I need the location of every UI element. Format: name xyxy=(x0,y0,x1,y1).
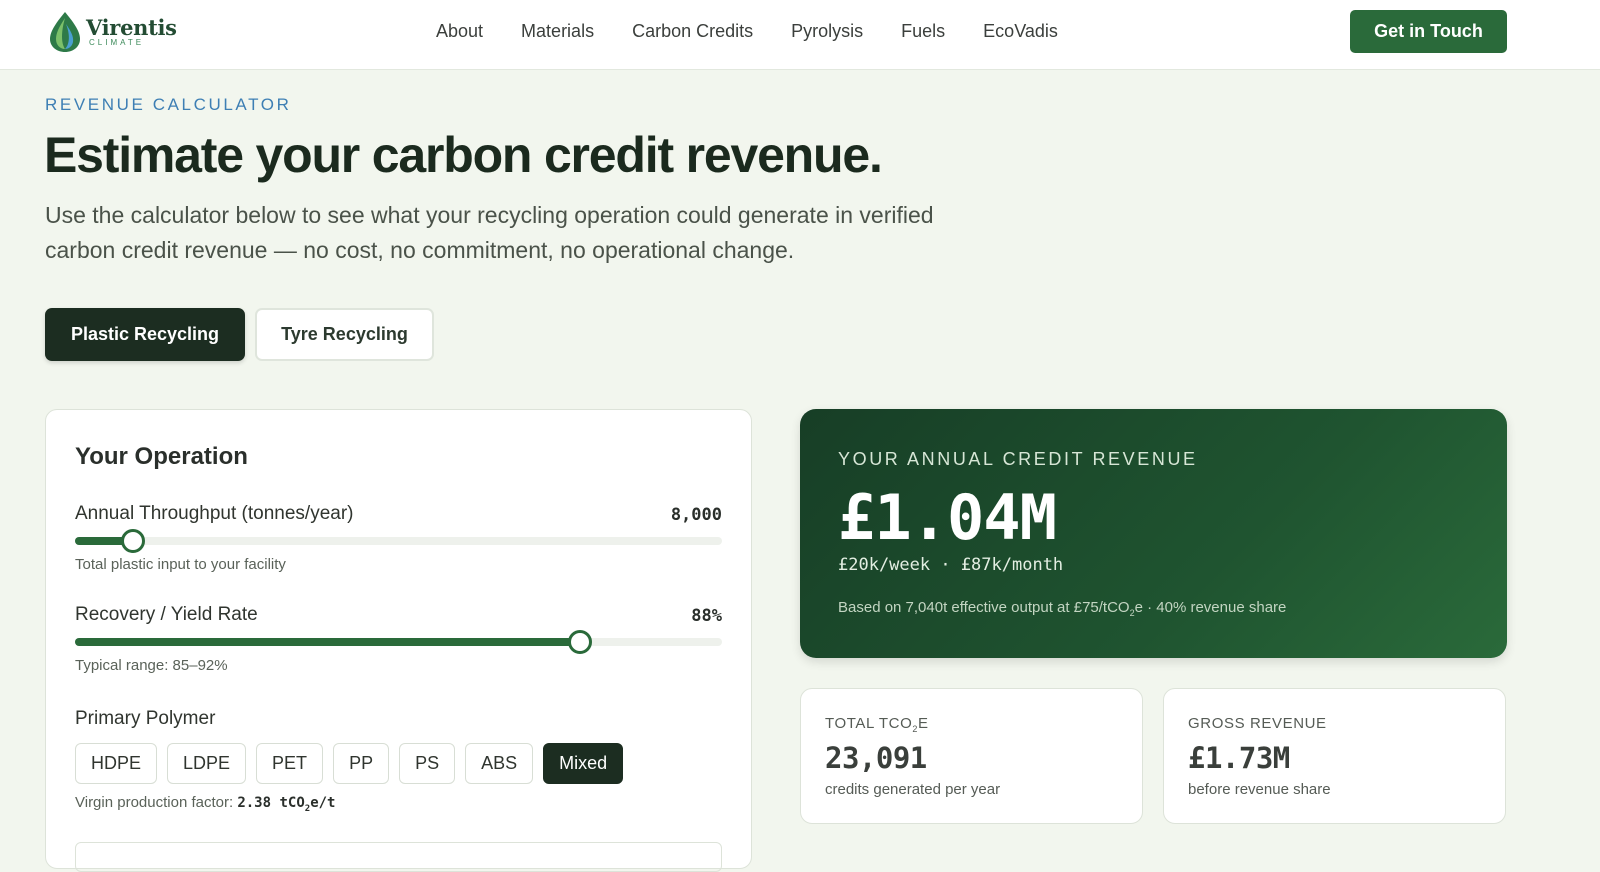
nav-link-about[interactable]: About xyxy=(436,21,483,42)
operation-card: Your Operation Annual Throughput (tonnes… xyxy=(45,409,752,872)
section-eyebrow: REVENUE CALCULATOR xyxy=(45,95,292,114)
stat-label-prefix: GROSS REVENUE xyxy=(1188,715,1327,732)
get-in-touch-button[interactable]: Get in Touch xyxy=(1350,10,1507,53)
revenue-eyebrow: YOUR ANNUAL CREDIT REVENUE xyxy=(838,449,1198,469)
stat-card-total-tco2e: TOTAL TCO2E 23,091 credits generated per… xyxy=(800,688,1143,824)
nav-link-pyrolysis[interactable]: Pyrolysis xyxy=(791,21,863,42)
tab-plastic-recycling[interactable]: Plastic Recycling xyxy=(45,308,245,361)
stat-card-gross-revenue: GROSS REVENUE £1.73M before revenue shar… xyxy=(1163,688,1506,824)
nav-links: About Materials Carbon Credits Pyrolysis… xyxy=(436,0,1096,62)
stat-value: £1.73M xyxy=(1188,741,1290,775)
stat-value: 23,091 xyxy=(825,741,927,775)
production-factor-label: Virgin production factor: xyxy=(75,794,234,811)
stat-label-prefix: TOTAL TCO xyxy=(825,715,913,732)
next-field-edge xyxy=(75,842,722,872)
leaf-drop-icon xyxy=(50,12,80,52)
tab-tyre-recycling[interactable]: Tyre Recycling xyxy=(255,308,434,361)
stat-label: TOTAL TCO2E xyxy=(825,715,929,734)
yield-hint: Typical range: 85–92% xyxy=(75,657,228,674)
page-intro: Use the calculator below to see what you… xyxy=(45,202,934,263)
polymer-chip-hdpe[interactable]: HDPE xyxy=(75,743,158,784)
factor-value-unit: e/t xyxy=(310,795,336,811)
production-factor-value: 2.38 tCO2e/t xyxy=(237,795,336,814)
yield-slider-handle[interactable] xyxy=(567,630,592,654)
throughput-hint: Total plastic input to your facility xyxy=(75,556,286,573)
stat-label: GROSS REVENUE xyxy=(1188,715,1327,732)
throughput-value: 8,000 xyxy=(670,505,722,525)
brand-name: Virentis xyxy=(86,15,177,40)
polymer-chip-ldpe[interactable]: LDPE xyxy=(167,743,247,784)
yield-slider[interactable] xyxy=(75,630,722,654)
brand-logo[interactable]: Virentis CLIMATE xyxy=(46,9,177,55)
revenue-basis: Based on 7,040t effective output at £75/… xyxy=(838,599,1286,618)
revenue-card: YOUR ANNUAL CREDIT REVENUE £1.04M £20k/w… xyxy=(800,409,1507,658)
polymer-chip-ps[interactable]: PS xyxy=(399,743,456,784)
polymer-chip-abs[interactable]: ABS xyxy=(465,743,534,784)
basis-suffix: e · 40% revenue share xyxy=(1134,599,1287,616)
nav-link-fuels[interactable]: Fuels xyxy=(901,21,945,42)
polymer-options: HDPE LDPE PET PP PS ABS Mixed xyxy=(75,743,633,784)
top-nav: Virentis CLIMATE About Materials Carbon … xyxy=(0,0,1600,70)
production-factor: Virgin production factor: 2.38 tCO2e/t xyxy=(75,794,335,814)
polymer-chip-pp[interactable]: PP xyxy=(333,743,390,784)
stat-note: before revenue share xyxy=(1188,781,1331,798)
throughput-slider-handle[interactable] xyxy=(121,529,146,553)
revenue-rate: £20k/week · £87k/month xyxy=(838,555,1064,575)
yield-value: 88% xyxy=(691,606,722,626)
polymer-label: Primary Polymer xyxy=(75,708,216,729)
yield-label: Recovery / Yield Rate xyxy=(75,604,258,625)
factor-value-text: 2.38 tCO xyxy=(237,795,305,811)
nav-link-carbon-credits[interactable]: Carbon Credits xyxy=(632,21,753,42)
polymer-chip-mixed[interactable]: Mixed xyxy=(543,743,624,784)
page-title: Estimate your carbon credit revenue. xyxy=(44,127,883,183)
brand-tagline: CLIMATE xyxy=(89,38,145,47)
nav-link-materials[interactable]: Materials xyxy=(521,21,594,42)
annual-revenue-amount: £1.04M xyxy=(838,481,1057,554)
stat-note: credits generated per year xyxy=(825,781,1001,798)
throughput-label: Annual Throughput (tonnes/year) xyxy=(75,503,354,524)
nav-link-ecovadis[interactable]: EcoVadis xyxy=(983,21,1058,42)
basis-prefix: Based on 7,040t effective output at £75/… xyxy=(838,599,1130,616)
yield-slider-fill xyxy=(75,638,580,646)
operation-title: Your Operation xyxy=(75,443,248,470)
polymer-chip-pet[interactable]: PET xyxy=(256,743,324,784)
stat-label-suffix: E xyxy=(917,715,929,732)
throughput-slider[interactable] xyxy=(75,529,722,553)
